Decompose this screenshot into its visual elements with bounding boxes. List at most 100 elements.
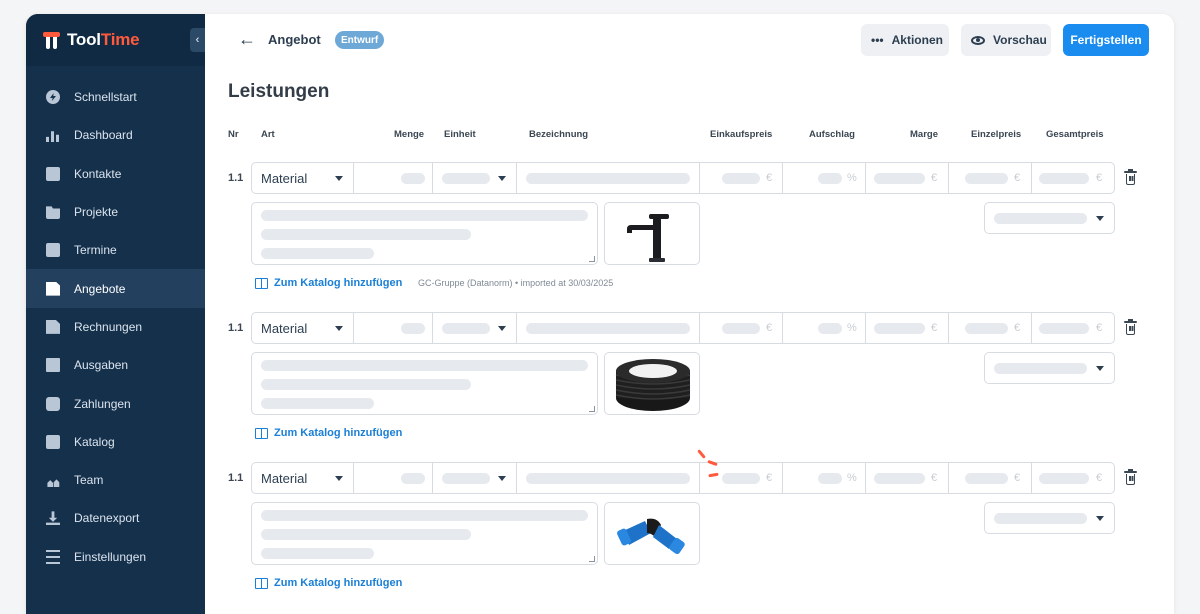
art-select[interactable]: Material bbox=[252, 313, 354, 343]
caret-down-icon bbox=[498, 476, 506, 481]
sidebar-item-label: Schnellstart bbox=[74, 90, 137, 105]
art-select[interactable]: Material bbox=[252, 463, 354, 493]
line-item-row: 1.1 Material € % € € € Zum Katalog hinzu… bbox=[205, 449, 1174, 612]
sidebar-item-label: Projekte bbox=[74, 205, 119, 220]
calendar-icon bbox=[46, 243, 60, 258]
unit-price-input[interactable]: € bbox=[949, 463, 1032, 493]
sidebar-item-projekte[interactable]: Projekte bbox=[26, 193, 205, 231]
trash-icon[interactable] bbox=[1124, 319, 1137, 335]
sidebar-item-schnellstart[interactable]: Schnellstart bbox=[26, 78, 205, 116]
sidebar-item-rechnungen[interactable]: Rechnungen bbox=[26, 308, 205, 346]
download-icon bbox=[46, 511, 60, 526]
product-image-pipe-elbow[interactable] bbox=[604, 502, 700, 565]
description-textarea[interactable] bbox=[251, 352, 598, 415]
unit-select[interactable] bbox=[433, 463, 517, 493]
markup-input[interactable]: % bbox=[783, 313, 866, 343]
book-icon bbox=[46, 434, 60, 449]
tax-select[interactable] bbox=[984, 352, 1115, 384]
resize-handle-icon[interactable] bbox=[589, 256, 595, 262]
unit-price-input[interactable]: € bbox=[949, 313, 1032, 343]
sidebar-item-datenexport[interactable]: Datenexport bbox=[26, 499, 205, 537]
total-price-input[interactable]: € bbox=[1032, 163, 1114, 193]
line-item-fields: Material € % € € € bbox=[251, 162, 1115, 194]
col-header-aufschlag: Aufschlag bbox=[809, 129, 855, 140]
sidebar-item-label: Katalog bbox=[74, 434, 115, 449]
col-header-menge: Menge bbox=[394, 129, 425, 140]
sidebar-item-label: Angebote bbox=[74, 281, 126, 296]
product-image-faucet[interactable] bbox=[604, 202, 700, 265]
tax-select[interactable] bbox=[984, 502, 1115, 534]
line-item-row: 1.1 Material € % € € € Zum Katalog hinzu… bbox=[205, 162, 1174, 312]
app-window: ToolTime ‹ Schnellstart Dashboard Kontak… bbox=[26, 14, 1174, 614]
sidebar-item-zahlungen[interactable]: Zahlungen bbox=[26, 384, 205, 422]
sliders-icon bbox=[46, 549, 60, 564]
quantity-input[interactable] bbox=[354, 163, 433, 193]
sidebar-item-label: Zahlungen bbox=[74, 396, 131, 411]
markup-input[interactable]: % bbox=[783, 163, 866, 193]
topbar: ← Angebot Entwurf ••• Aktionen Vorschau F… bbox=[205, 14, 1174, 66]
description-textarea[interactable] bbox=[251, 202, 598, 265]
line-item-fields: Material € % € € € bbox=[251, 312, 1115, 344]
trash-icon[interactable] bbox=[1124, 169, 1137, 185]
add-to-catalog-link[interactable]: Zum Katalog hinzufügen bbox=[255, 427, 402, 439]
col-header-einheit: Einheit bbox=[444, 129, 476, 140]
sidebar-item-label: Einstellungen bbox=[74, 549, 147, 564]
sidebar-item-team[interactable]: Team bbox=[26, 461, 205, 499]
book-plus-icon bbox=[255, 577, 268, 589]
total-price-input[interactable]: € bbox=[1032, 463, 1114, 493]
markup-input[interactable]: % bbox=[783, 463, 866, 493]
purchase-price-input[interactable]: € bbox=[700, 463, 783, 493]
sidebar-item-einstellungen[interactable]: Einstellungen bbox=[26, 538, 205, 576]
sidebar-item-ausgaben[interactable]: Ausgaben bbox=[26, 346, 205, 384]
collapse-sidebar-button[interactable]: ‹ bbox=[190, 28, 205, 52]
description-title-input[interactable] bbox=[517, 313, 700, 343]
preview-button[interactable]: Vorschau bbox=[961, 24, 1051, 56]
faucet-image bbox=[627, 214, 669, 262]
row-number: 1.1 bbox=[228, 472, 244, 484]
sidebar-item-katalog[interactable]: Katalog bbox=[26, 423, 205, 461]
resize-handle-icon[interactable] bbox=[589, 406, 595, 412]
page-title: Angebot bbox=[268, 32, 321, 47]
margin-input[interactable]: € bbox=[866, 463, 949, 493]
tax-select[interactable] bbox=[984, 202, 1115, 234]
import-note: GC-Gruppe (Datanorm) • imported at 30/03… bbox=[418, 278, 614, 288]
product-image-pipe-coil[interactable] bbox=[604, 352, 700, 415]
margin-input[interactable]: € bbox=[866, 163, 949, 193]
pipe-coil-image bbox=[615, 359, 691, 411]
caret-down-icon bbox=[1096, 216, 1104, 221]
description-textarea[interactable] bbox=[251, 502, 598, 565]
quantity-input[interactable] bbox=[354, 313, 433, 343]
purchase-price-input[interactable]: € bbox=[700, 163, 783, 193]
add-to-catalog-link[interactable]: Zum Katalog hinzufügen bbox=[255, 277, 402, 289]
col-header-art: Art bbox=[261, 129, 275, 140]
description-title-input[interactable] bbox=[517, 463, 700, 493]
col-header-einzelpreis: Einzelpreis bbox=[971, 129, 1022, 140]
margin-input[interactable]: € bbox=[866, 313, 949, 343]
col-header-marge: Marge bbox=[910, 129, 938, 140]
actions-button[interactable]: ••• Aktionen bbox=[861, 24, 949, 56]
section-title: Leistungen bbox=[228, 81, 330, 102]
description-title-input[interactable] bbox=[517, 163, 700, 193]
quantity-input[interactable] bbox=[354, 463, 433, 493]
sidebar-item-dashboard[interactable]: Dashboard bbox=[26, 116, 205, 154]
sidebar-item-label: Termine bbox=[74, 243, 117, 258]
add-to-catalog-link[interactable]: Zum Katalog hinzufügen bbox=[255, 577, 402, 589]
receipt-icon bbox=[46, 358, 60, 373]
caret-down-icon bbox=[498, 176, 506, 181]
purchase-price-input[interactable]: € bbox=[700, 313, 783, 343]
team-icon bbox=[47, 479, 60, 488]
trash-icon[interactable] bbox=[1124, 469, 1137, 485]
sidebar-item-angebote[interactable]: Angebote bbox=[26, 269, 205, 308]
unit-select[interactable] bbox=[433, 163, 517, 193]
finish-button[interactable]: Fertigstellen bbox=[1063, 24, 1149, 56]
sidebar-item-kontakte[interactable]: Kontakte bbox=[26, 155, 205, 193]
sidebar-item-label: Rechnungen bbox=[74, 319, 143, 334]
unit-select[interactable] bbox=[433, 313, 517, 343]
unit-price-input[interactable]: € bbox=[949, 163, 1032, 193]
art-select[interactable]: Material bbox=[252, 163, 354, 193]
back-arrow-icon[interactable]: ← bbox=[238, 29, 256, 50]
total-price-input[interactable]: € bbox=[1032, 313, 1114, 343]
resize-handle-icon[interactable] bbox=[589, 556, 595, 562]
sidebar-item-termine[interactable]: Termine bbox=[26, 231, 205, 269]
line-item-fields: Material € % € € € bbox=[251, 462, 1115, 494]
